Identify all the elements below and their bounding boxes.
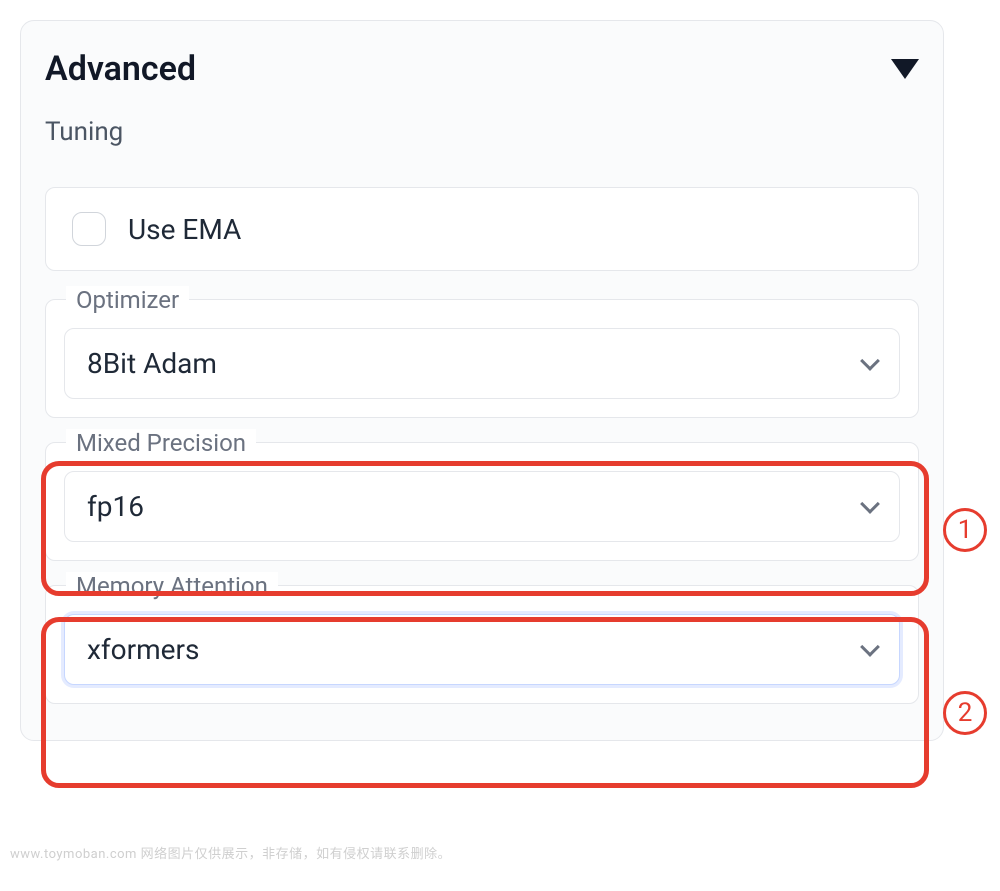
panel-title: Advanced <box>45 49 196 89</box>
annotation-marker-1: 1 <box>943 508 987 552</box>
mixed-precision-fieldset: Mixed Precision fp16 <box>45 442 919 561</box>
mixed-precision-value: fp16 <box>87 490 144 523</box>
memory-attention-select[interactable]: xformers <box>64 614 900 685</box>
memory-attention-label: Memory Attention <box>66 572 278 600</box>
panel-header[interactable]: Advanced <box>45 49 919 89</box>
use-ema-checkbox[interactable] <box>72 212 106 246</box>
chevron-down-icon <box>860 637 880 657</box>
optimizer-value: 8Bit Adam <box>87 347 217 380</box>
mixed-precision-select[interactable]: fp16 <box>64 471 900 542</box>
advanced-panel: Advanced Tuning Use EMA Optimizer 8Bit A… <box>20 20 944 741</box>
chevron-down-icon <box>860 494 880 514</box>
collapse-icon[interactable] <box>891 59 919 79</box>
memory-attention-fieldset: Memory Attention xformers <box>45 585 919 704</box>
watermark-text: www.toymoban.com 网络图片仅供展示，非存储，如有侵权请联系删除。 <box>10 843 451 862</box>
annotation-marker-2: 2 <box>943 691 987 735</box>
mixed-precision-label: Mixed Precision <box>66 429 256 457</box>
optimizer-label: Optimizer <box>66 286 189 314</box>
use-ema-row[interactable]: Use EMA <box>45 187 919 271</box>
tuning-section-label: Tuning <box>45 117 919 147</box>
optimizer-fieldset: Optimizer 8Bit Adam <box>45 299 919 418</box>
optimizer-select[interactable]: 8Bit Adam <box>64 328 900 399</box>
chevron-down-icon <box>860 351 880 371</box>
memory-attention-value: xformers <box>87 633 199 666</box>
use-ema-label: Use EMA <box>128 213 241 246</box>
